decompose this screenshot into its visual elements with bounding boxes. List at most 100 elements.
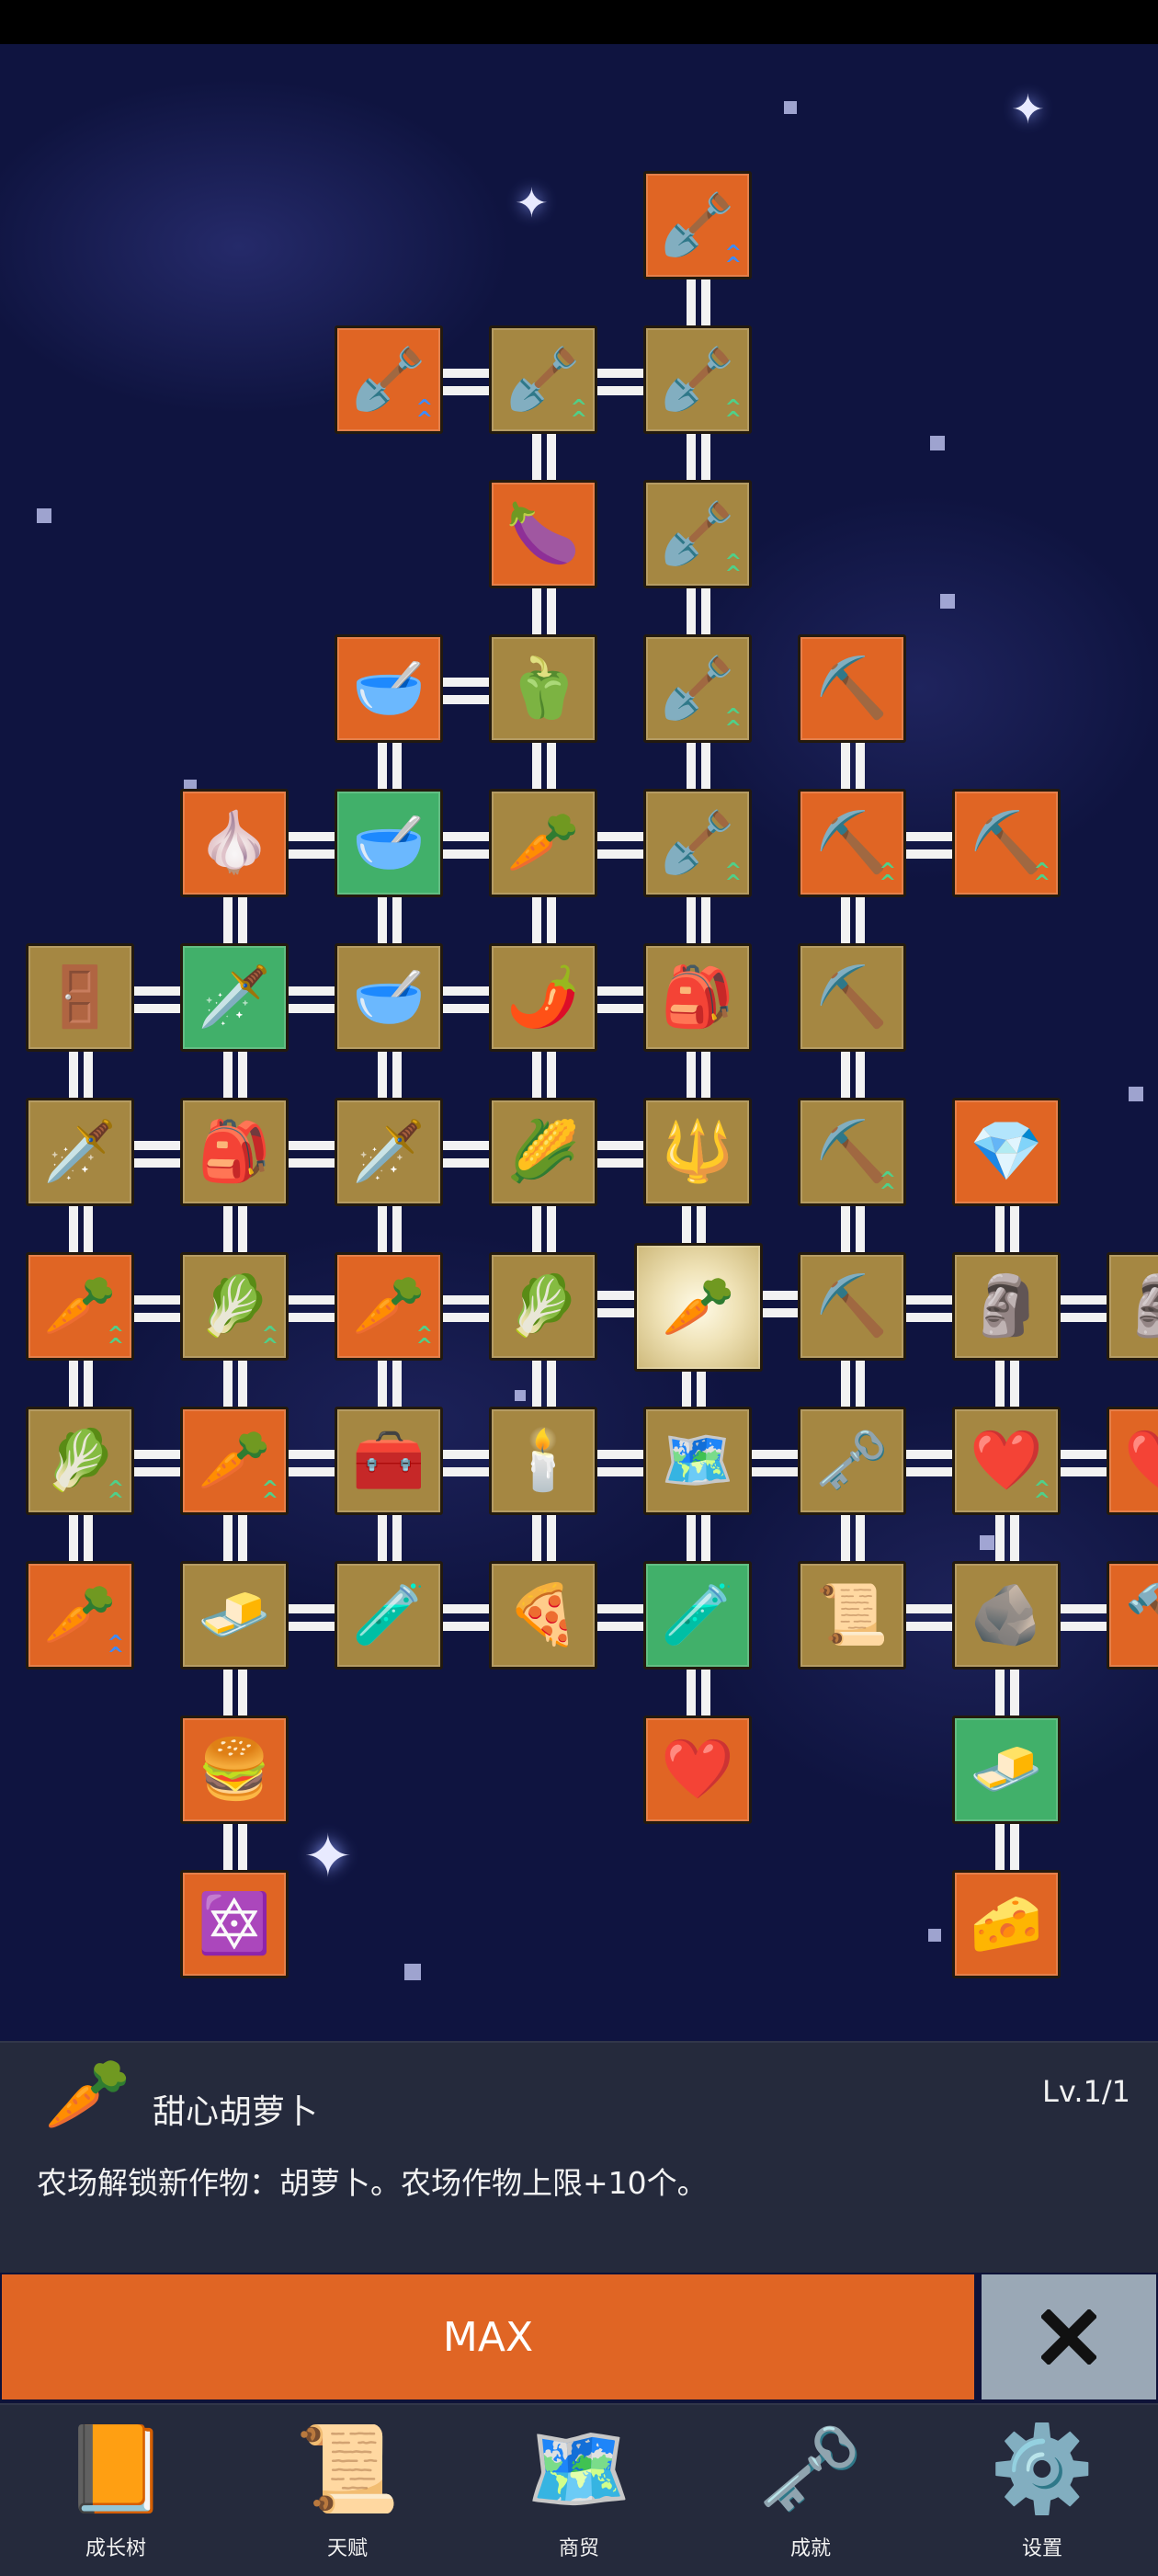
skill-tree-area[interactable]: ✦ ✦ ✦ 🪏 ^ ^ 🪏 ^ ^ 🪏 ^ ^ 🪏 ^ ^ 🍆 🪏 ^ ^ 🥣 🫑 🪏 ^ ^ ⛏️ 🧄 🥣 🥕 🪏 ^ ^ ⛏️ ^ ^ ⛏…	[0, 44, 1158, 2041]
tree-link	[84, 1355, 93, 1412]
pickaxe-icon: ⛏️	[815, 809, 889, 877]
skill-node[interactable]: 🍆	[489, 480, 597, 588]
close-button[interactable]	[982, 2274, 1156, 2399]
tree-link	[437, 1604, 494, 1613]
skill-node[interactable]: 🗡️	[335, 1098, 443, 1206]
gear-icon: ⚙️	[989, 2420, 1096, 2518]
skill-node[interactable]: 🥬	[489, 1252, 597, 1361]
nav-settings[interactable]: ⚙️ 设置	[926, 2405, 1158, 2576]
skill-node[interactable]: ⛏️ ^ ^	[798, 1098, 906, 1206]
tree-link	[437, 1450, 494, 1459]
max-button[interactable]: MAX	[2, 2274, 974, 2399]
tree-link	[592, 1158, 649, 1168]
upgrade-chevron-icon: ^ ^	[1033, 1476, 1050, 1512]
heart-icon: ❤️	[970, 1427, 1043, 1495]
skill-node[interactable]: 💎	[952, 1098, 1061, 1206]
tree-link	[856, 1046, 865, 1103]
skill-node[interactable]: ❤️	[643, 1715, 752, 1824]
skill-node[interactable]: 🧈	[180, 1561, 289, 1670]
skill-node[interactable]: 🪏 ^ ^	[489, 325, 597, 434]
carrot-icon: 🥕	[43, 1581, 117, 1649]
skill-node[interactable]: 🧀	[952, 1870, 1061, 1978]
wooden-bowl-icon: 🥣	[352, 655, 426, 723]
tree-link	[392, 1355, 402, 1412]
skill-node[interactable]: 🔨	[1107, 1561, 1158, 1670]
tree-link	[238, 1201, 247, 1258]
tree-link	[283, 1450, 340, 1459]
skill-node[interactable]: 🥕 ^ ^	[180, 1407, 289, 1515]
skill-node[interactable]: 🎒	[643, 943, 752, 1052]
tree-link	[129, 1158, 186, 1168]
tree-link	[1055, 1604, 1112, 1613]
skill-node[interactable]: ❤️	[1107, 1407, 1158, 1515]
skill-node[interactable]: 🫑	[489, 634, 597, 743]
sparkle-decoration: ✦	[515, 180, 549, 227]
skill-node[interactable]: 🗿	[1107, 1252, 1158, 1361]
skill-node[interactable]: ⛏️	[798, 1252, 906, 1361]
tree-link	[856, 1355, 865, 1412]
skill-node[interactable]: 🥕	[634, 1243, 763, 1372]
skill-node[interactable]: 🥣	[335, 943, 443, 1052]
tree-link	[129, 1295, 186, 1305]
skill-node[interactable]: 🧈	[952, 1715, 1061, 1824]
skill-node[interactable]: 🪨	[952, 1561, 1061, 1670]
skill-node[interactable]: 🔱	[643, 1098, 752, 1206]
skill-node[interactable]: 🗝️	[798, 1407, 906, 1515]
skill-node[interactable]: 🚪	[26, 943, 134, 1052]
skill-node[interactable]: 🥣	[335, 634, 443, 743]
skill-node[interactable]: 🗺️	[643, 1407, 752, 1515]
skill-node[interactable]: 🎒	[180, 1098, 289, 1206]
tree-link	[995, 1510, 1005, 1567]
nav-growth-tree[interactable]: 📙 成长树	[0, 2405, 232, 2576]
tree-link	[701, 737, 710, 794]
skill-node[interactable]: 🧪	[643, 1561, 752, 1670]
nav-trade[interactable]: 🗺️ 商贸	[463, 2405, 695, 2576]
tree-link	[437, 1141, 494, 1150]
skill-node[interactable]: 🥬 ^ ^	[180, 1252, 289, 1361]
skill-node[interactable]: 🍕	[489, 1561, 597, 1670]
skill-node[interactable]: ⛏️	[798, 634, 906, 743]
skill-node[interactable]: 🥕	[489, 789, 597, 897]
tree-link	[901, 1467, 958, 1476]
skill-node[interactable]: 📜	[798, 1561, 906, 1670]
nav-achievements[interactable]: 🗝️ 成就	[695, 2405, 926, 2576]
skill-node[interactable]: 🗡️	[180, 943, 289, 1052]
heart-icon: ❤️	[1124, 1431, 1158, 1490]
tree-link	[223, 1046, 233, 1103]
skill-node[interactable]: 🕯️	[489, 1407, 597, 1515]
skill-node[interactable]: 🗡️	[26, 1098, 134, 1206]
skill-node[interactable]: 🥕 ^ ^	[26, 1561, 134, 1670]
skill-node[interactable]: ❤️ ^ ^	[952, 1407, 1061, 1515]
skill-node[interactable]: 🪏 ^ ^	[643, 789, 752, 897]
skill-node[interactable]: 🌽	[489, 1098, 597, 1206]
skill-node[interactable]: 🪏 ^ ^	[643, 171, 752, 279]
skill-node[interactable]: ⛏️ ^ ^	[798, 789, 906, 897]
skill-node[interactable]: 🥕 ^ ^	[26, 1252, 134, 1361]
tree-link	[841, 1355, 850, 1412]
skill-node[interactable]: 🌶️	[489, 943, 597, 1052]
cabbage-icon: 🥬	[43, 1427, 117, 1495]
skill-node[interactable]: ⛏️	[798, 943, 906, 1052]
skill-node[interactable]: 🪏 ^ ^	[643, 325, 752, 434]
skill-node[interactable]: 🥬 ^ ^	[26, 1407, 134, 1515]
skill-node[interactable]: 🧰	[335, 1407, 443, 1515]
skill-node[interactable]: 🗿	[952, 1252, 1061, 1361]
nav-talent[interactable]: 📜 天赋	[232, 2405, 463, 2576]
tree-link	[532, 428, 541, 485]
skill-node[interactable]: 🍔	[180, 1715, 289, 1824]
skill-node[interactable]: 🪏 ^ ^	[643, 634, 752, 743]
pickaxe-icon: ⛏️	[815, 1118, 889, 1186]
skill-node[interactable]: 🪏 ^ ^	[643, 480, 752, 588]
carrot-icon: 🥕	[662, 1273, 735, 1341]
skill-node[interactable]: ⛏️ ^ ^	[952, 789, 1061, 897]
skill-node[interactable]: 🥕 ^ ^	[335, 1252, 443, 1361]
skill-node[interactable]: 🥣	[335, 789, 443, 897]
tree-link	[687, 428, 696, 485]
tree-link	[1010, 1818, 1019, 1875]
tree-link	[1010, 1510, 1019, 1567]
skill-node[interactable]: 🧄	[180, 789, 289, 897]
tree-link	[378, 1510, 387, 1567]
skill-node[interactable]: 🪏 ^ ^	[335, 325, 443, 434]
skill-node[interactable]: 🔯	[180, 1870, 289, 1978]
skill-node[interactable]: 🧪	[335, 1561, 443, 1670]
